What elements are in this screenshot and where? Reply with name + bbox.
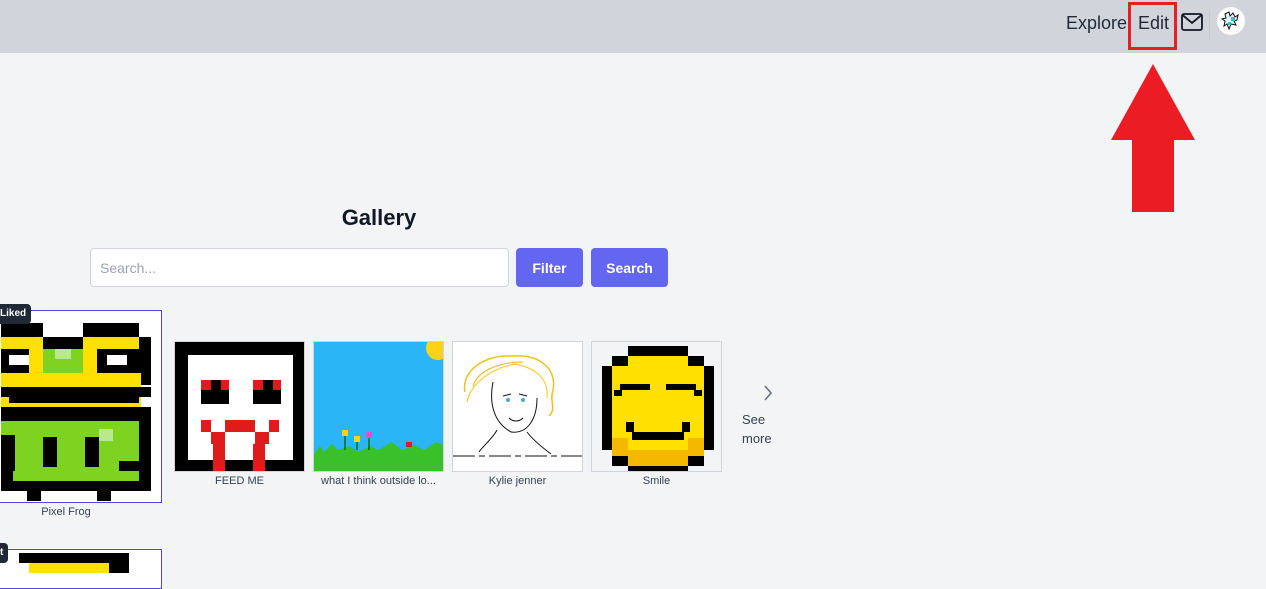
mail-icon[interactable] [1181, 13, 1203, 31]
featured-item-2[interactable] [0, 549, 162, 589]
smile-image [592, 342, 721, 471]
gallery-caption-outside: what I think outside lo... [321, 475, 436, 487]
feed-me-image [175, 342, 304, 471]
see-more-label: See more [742, 412, 772, 446]
search-button[interactable]: Search [591, 248, 668, 287]
outside-landscape-image [314, 342, 443, 471]
gallery-caption-feed-me: FEED ME [215, 475, 264, 487]
kylie-jenner-sketch-image [453, 342, 582, 471]
gallery-item-feed-me[interactable] [174, 341, 305, 472]
gallery-item-smile[interactable] [591, 341, 722, 472]
avatar-drawing-icon [1220, 11, 1239, 31]
search-input[interactable] [90, 248, 509, 287]
nav-explore-link[interactable]: Explore [1066, 12, 1127, 34]
gallery-caption-kylie-jenner: Kylie jenner [488, 475, 547, 487]
featured-caption: Pixel Frog [41, 506, 91, 518]
user-avatar[interactable] [1217, 7, 1245, 35]
nav-divider [1209, 10, 1210, 40]
chevron-right-icon [764, 385, 773, 401]
gallery-item-outside[interactable] [313, 341, 444, 472]
annotation-arrow-icon [1111, 64, 1195, 212]
liked-badge: Liked [0, 304, 32, 324]
gallery-caption-smile: Smile [642, 475, 671, 487]
edit-highlight-box [1128, 2, 1177, 50]
filter-button[interactable]: Filter [516, 248, 583, 287]
gallery-title: Gallery [341, 205, 417, 230]
gallery-item-kylie-jenner[interactable] [452, 341, 583, 472]
featured-item-2-badge: t [0, 543, 9, 563]
pixel-frog-image [0, 311, 161, 502]
featured-item-pixel-frog[interactable] [0, 310, 162, 503]
